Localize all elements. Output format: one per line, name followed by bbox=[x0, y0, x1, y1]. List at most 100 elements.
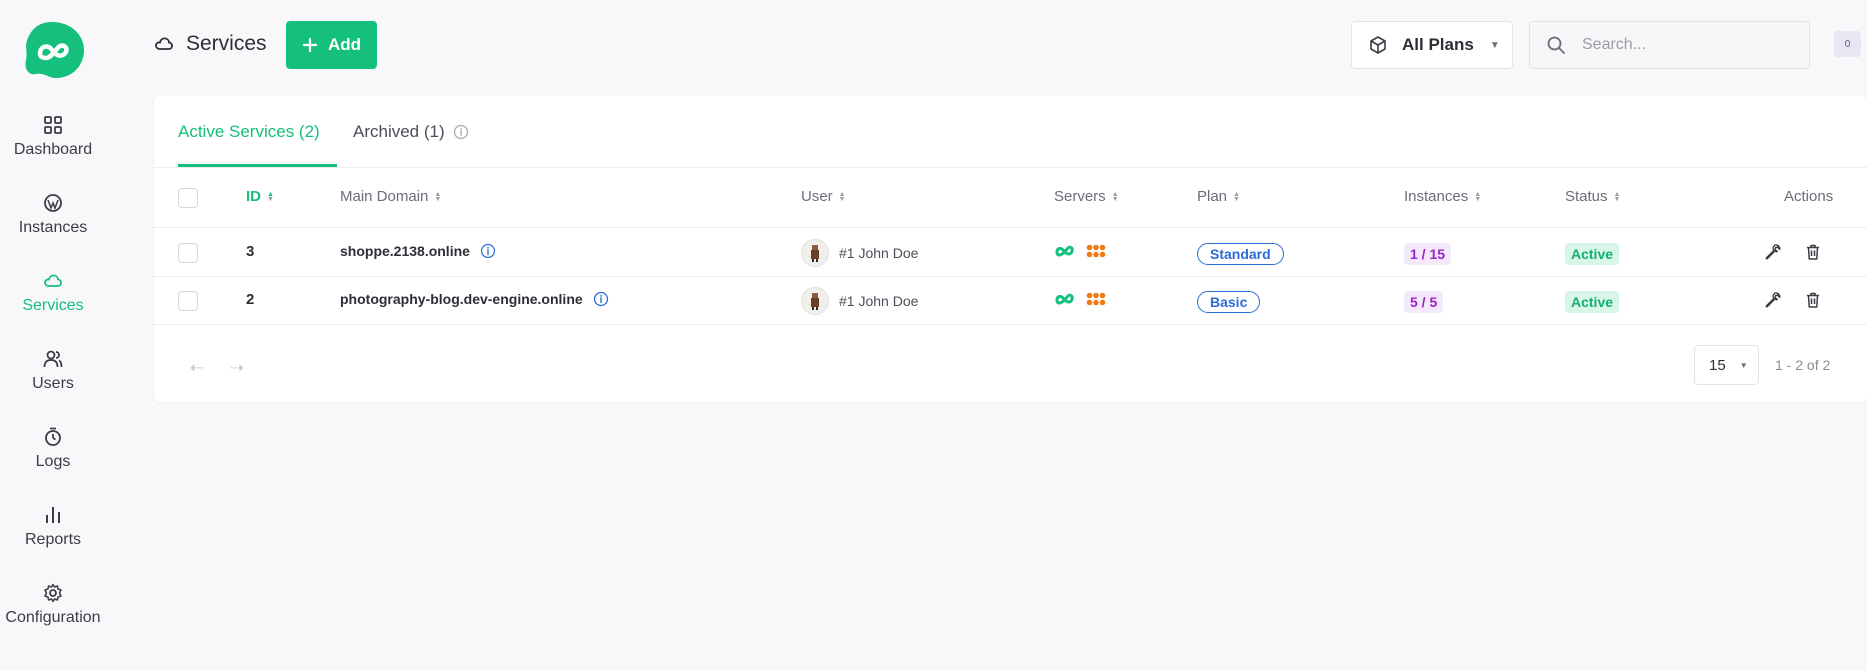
row-instances: 1 / 15 bbox=[1404, 243, 1452, 265]
wrench-icon[interactable] bbox=[1764, 291, 1782, 309]
row-servers bbox=[1054, 243, 1106, 259]
info-icon[interactable] bbox=[593, 291, 609, 307]
status-badge: Active bbox=[1565, 291, 1620, 313]
sort-icon: ▲ ▼ bbox=[434, 190, 442, 203]
page-header: Services bbox=[154, 32, 267, 56]
sidebar: Dashboard Instances Services Users Logs bbox=[0, 0, 106, 671]
nav-label: Configuration bbox=[5, 609, 101, 626]
nav-configuration[interactable]: Configuration bbox=[0, 583, 106, 627]
trash-icon[interactable] bbox=[1804, 291, 1822, 309]
column-label: Status bbox=[1565, 188, 1608, 205]
plan-badge: Standard bbox=[1197, 243, 1284, 265]
nav-label: Reports bbox=[24, 531, 82, 548]
notification-badge[interactable]: 0 bbox=[1834, 31, 1861, 57]
column-servers[interactable]: Servers ▲ ▼ bbox=[1054, 188, 1119, 205]
row-domain[interactable]: shoppe.2138.online bbox=[340, 243, 496, 259]
app-logo-icon[interactable] bbox=[22, 20, 85, 80]
column-user[interactable]: User ▲ ▼ bbox=[801, 188, 846, 205]
bar-chart-icon bbox=[46, 507, 60, 523]
caret-down-icon: ▼ bbox=[1739, 360, 1748, 370]
row-status: Active bbox=[1565, 291, 1620, 313]
avatar bbox=[801, 239, 829, 267]
caret-down-icon: ▼ bbox=[1489, 39, 1500, 51]
row-instances: 5 / 5 bbox=[1404, 291, 1444, 313]
row-checkbox[interactable] bbox=[178, 291, 198, 311]
sort-icon: ▲ ▼ bbox=[267, 190, 274, 203]
row-id: 2 bbox=[246, 291, 255, 308]
nav-logs[interactable]: Logs bbox=[0, 427, 106, 471]
per-page-select[interactable]: 15 ▼ bbox=[1694, 345, 1759, 385]
nav-label: Dashboard bbox=[13, 141, 93, 158]
sort-icon: ▲ ▼ bbox=[1111, 190, 1119, 203]
sort-icon: ▲ ▼ bbox=[1474, 190, 1482, 203]
plus-icon bbox=[302, 37, 318, 53]
sort-icon: ▲ ▼ bbox=[1233, 190, 1240, 203]
column-instances[interactable]: Instances ▲ ▼ bbox=[1404, 188, 1481, 205]
add-button-label: Add bbox=[327, 35, 362, 54]
next-page-icon[interactable]: ⇢ bbox=[230, 358, 243, 378]
column-label: Actions bbox=[1784, 188, 1834, 205]
nav-label: Services bbox=[22, 297, 84, 314]
cloud-icon bbox=[155, 37, 173, 50]
tab-label: Active Services (2) bbox=[178, 122, 320, 141]
box-icon bbox=[1370, 36, 1386, 54]
services-card: Active Services (2) Archived (1) ID ▲ ▼ M… bbox=[154, 96, 1867, 402]
nav-reports[interactable]: Reports bbox=[0, 505, 106, 549]
avatar bbox=[801, 287, 829, 315]
search-box[interactable] bbox=[1529, 21, 1810, 69]
server-cluster-icon bbox=[1086, 292, 1106, 306]
nav-users[interactable]: Users bbox=[0, 349, 106, 393]
table-row[interactable]: 3 shoppe.2138.online #1 John Doe Standar… bbox=[154, 229, 1867, 277]
trash-icon[interactable] bbox=[1804, 243, 1822, 261]
info-icon[interactable] bbox=[480, 243, 496, 259]
status-badge: Active bbox=[1565, 243, 1620, 265]
stopwatch-icon bbox=[45, 427, 61, 446]
nav-label: Users bbox=[32, 375, 74, 392]
column-id[interactable]: ID ▲ ▼ bbox=[246, 188, 274, 205]
tab-archived[interactable]: Archived (1) bbox=[353, 122, 469, 142]
users-icon bbox=[43, 350, 63, 368]
row-domain[interactable]: photography-blog.dev-engine.online bbox=[340, 291, 609, 307]
pagination-range: 1 - 2 of 2 bbox=[1775, 357, 1831, 373]
row-id: 3 bbox=[246, 243, 255, 260]
info-icon[interactable] bbox=[453, 124, 469, 140]
domain-text: shoppe.2138.online bbox=[340, 243, 470, 259]
wordpress-icon bbox=[44, 194, 62, 212]
prev-page-icon[interactable]: ⇠ bbox=[190, 358, 203, 378]
row-plan: Basic bbox=[1197, 291, 1261, 313]
column-actions: Actions bbox=[1784, 188, 1833, 205]
search-icon bbox=[1547, 36, 1565, 54]
row-user[interactable]: #1 John Doe bbox=[801, 287, 918, 315]
instances-badge: 1 / 15 bbox=[1404, 243, 1452, 265]
column-status[interactable]: Status ▲ ▼ bbox=[1565, 188, 1620, 205]
nav-label: Logs bbox=[35, 453, 71, 470]
search-input[interactable] bbox=[1582, 36, 1782, 54]
gear-icon bbox=[44, 583, 62, 603]
table-row[interactable]: 2 photography-blog.dev-engine.online #1 … bbox=[154, 277, 1867, 325]
nav-services[interactable]: Services bbox=[0, 271, 106, 315]
domain-text: photography-blog.dev-engine.online bbox=[340, 291, 583, 307]
row-checkbox[interactable] bbox=[178, 243, 198, 263]
plan-badge: Basic bbox=[1197, 291, 1261, 313]
nav-dashboard[interactable]: Dashboard bbox=[0, 115, 106, 159]
server-provider-icon bbox=[1055, 245, 1074, 257]
nav-instances[interactable]: Instances bbox=[0, 193, 106, 237]
wrench-icon[interactable] bbox=[1764, 243, 1782, 261]
table-header: ID ▲ ▼ Main Domain ▲ ▼ User ▲ ▼ Servers ▲ ▼ … bbox=[154, 168, 1867, 228]
plans-dropdown[interactable]: All Plans ▼ bbox=[1351, 21, 1513, 69]
column-label: Plan bbox=[1197, 188, 1228, 205]
row-status: Active bbox=[1565, 243, 1620, 265]
instances-badge: 5 / 5 bbox=[1404, 291, 1444, 313]
column-label: ID bbox=[246, 188, 261, 205]
column-plan[interactable]: Plan ▲ ▼ bbox=[1197, 188, 1240, 205]
tab-active-services[interactable]: Active Services (2) bbox=[178, 122, 320, 142]
server-provider-icon bbox=[1055, 293, 1074, 305]
column-main-domain[interactable]: Main Domain ▲ ▼ bbox=[340, 188, 441, 205]
row-user[interactable]: #1 John Doe bbox=[801, 239, 918, 267]
cloud-icon bbox=[44, 274, 62, 287]
user-name: #1 John Doe bbox=[839, 293, 919, 309]
select-all-checkbox[interactable] bbox=[178, 188, 198, 208]
tabs: Active Services (2) Archived (1) bbox=[154, 96, 1867, 168]
grid-icon bbox=[44, 116, 62, 134]
add-service-button[interactable]: Add bbox=[286, 21, 377, 69]
